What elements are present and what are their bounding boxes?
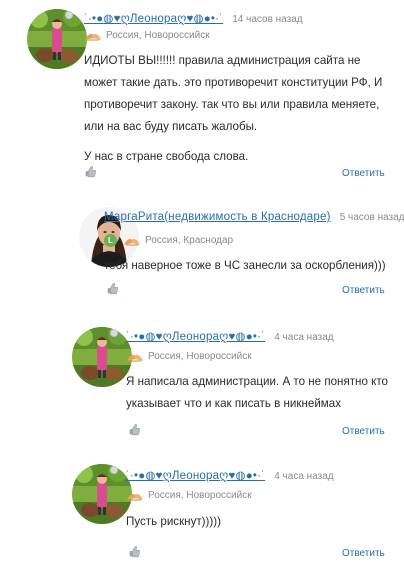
like-thumb-icon[interactable] bbox=[128, 545, 142, 559]
handshake-icon bbox=[126, 492, 144, 500]
reply-button[interactable]: Ответить bbox=[342, 426, 385, 437]
reply-button[interactable]: Ответить bbox=[342, 168, 385, 179]
comment-time: 4 часа назад bbox=[274, 471, 334, 482]
author-location: Россия, Новороссийск bbox=[148, 351, 252, 362]
handshake-icon bbox=[126, 353, 144, 361]
comment-text: Я написала администрации. А то не понятн… bbox=[126, 371, 388, 415]
handshake-icon bbox=[123, 237, 141, 245]
author-location: Россия, Новороссийск bbox=[148, 490, 252, 501]
author-location: Россия, Краснодар bbox=[145, 235, 234, 246]
comment-paragraph: Пусть рискнут))))) bbox=[126, 515, 221, 528]
reply-button[interactable]: Ответить bbox=[342, 285, 385, 296]
comment-text: тебя наверное тоже в ЧС занесли за оскор… bbox=[104, 255, 394, 277]
like-thumb-icon[interactable] bbox=[84, 165, 98, 179]
author-name-link[interactable]: МаргаРита(недвижимость в Краснодаре) bbox=[104, 211, 331, 223]
status-dot-icon bbox=[65, 11, 73, 19]
comment-text: ИДИОТЫ ВЫ!!!!!! правила администрация са… bbox=[84, 50, 390, 168]
comment-paragraph: У нас в стране свобода слова. bbox=[84, 150, 249, 163]
comment-paragraph: тебя наверное тоже в ЧС занесли за оскор… bbox=[104, 259, 386, 272]
like-thumb-icon[interactable] bbox=[128, 423, 142, 437]
level-badge: L bbox=[104, 234, 117, 247]
status-dot-icon bbox=[110, 466, 118, 474]
comment-time: 4 часа назад bbox=[274, 332, 334, 343]
comment-time: 5 часов назад bbox=[339, 212, 404, 223]
author-location: Россия, Новороссийск bbox=[106, 30, 210, 41]
author-avatar[interactable] bbox=[72, 464, 132, 524]
status-dot-icon bbox=[110, 329, 118, 337]
reply-button[interactable]: Ответить bbox=[342, 548, 385, 559]
like-thumb-icon[interactable] bbox=[106, 282, 120, 296]
author-avatar[interactable] bbox=[72, 327, 132, 387]
author-name-link[interactable]: ˙·•●◍♥ღ​Леонораღ♥◍●•·˙ bbox=[126, 470, 265, 482]
comment-paragraph: Я написала администрации. А то не понятн… bbox=[126, 375, 388, 410]
comment-paragraph: ИДИОТЫ ВЫ!!!!!! правила администрация са… bbox=[84, 54, 383, 133]
handshake-icon bbox=[84, 32, 102, 40]
author-name-link[interactable]: ˙·•●◍♥ღ​Леонораღ♥◍●•·˙ bbox=[84, 13, 223, 25]
comment-text: Пусть рискнут))))) bbox=[126, 511, 388, 533]
author-avatar[interactable] bbox=[27, 9, 87, 69]
comment-time: 14 часов назад bbox=[232, 14, 303, 25]
author-name-link[interactable]: ˙·•●◍♥ღ​Леонораღ♥◍●•·˙ bbox=[126, 331, 265, 343]
